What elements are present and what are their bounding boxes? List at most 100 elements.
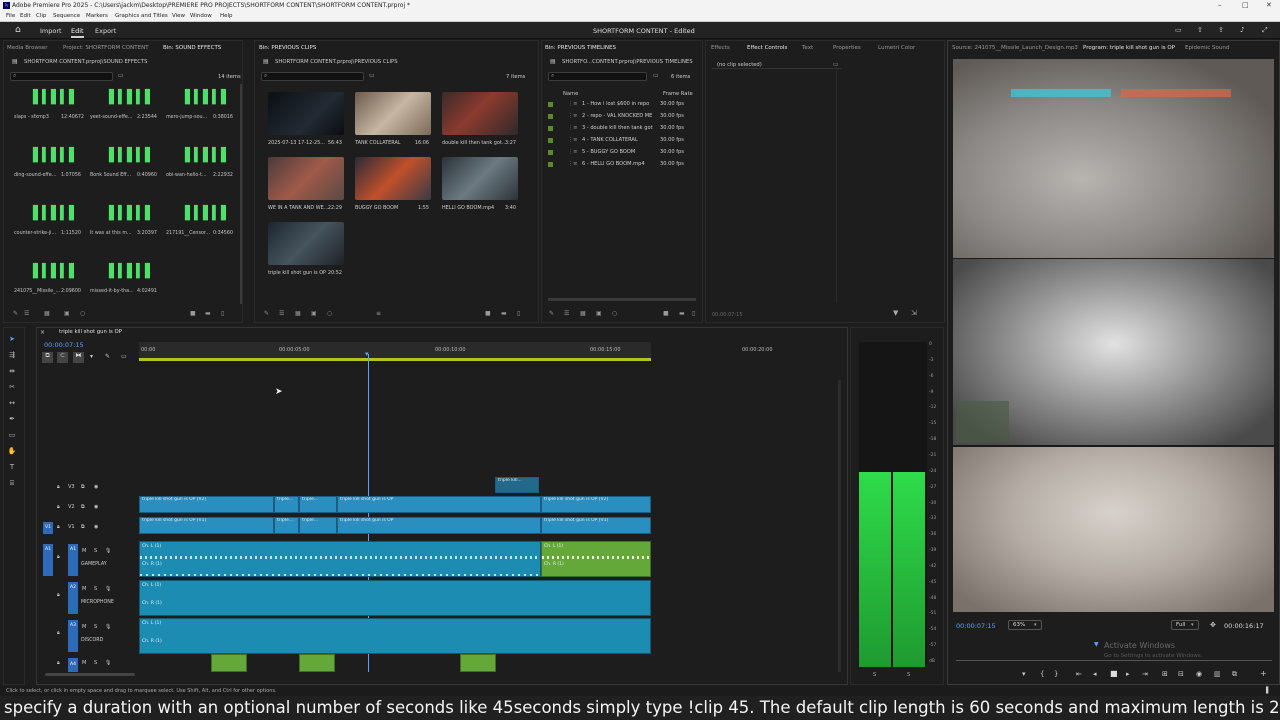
program-scrubber[interactable] [956, 660, 1272, 661]
lock-icon[interactable]: 🔒︎ [57, 484, 60, 490]
freeform-view-icon[interactable]: ▣ [311, 310, 317, 317]
lock-icon[interactable]: 🔒︎ [57, 630, 60, 636]
tab-media-browser[interactable]: Media Browser [7, 45, 48, 51]
search-input[interactable] [548, 72, 647, 81]
clip-item[interactable]: HELLI GO BOOM.mp4 3:40 [437, 157, 521, 221]
snap-icon[interactable]: ⊂ [57, 352, 68, 363]
sequence-row[interactable]: ⋮≡ 5 - BUGGY GO BOOM 30.00 fps [542, 147, 692, 159]
clip-item[interactable]: triple kill shot gun is OP 20:52 [263, 222, 347, 286]
tab-program[interactable]: Program: triple kill shot gun is OP [1083, 45, 1175, 51]
audio-clip-a4[interactable] [211, 654, 247, 672]
sequence-row[interactable]: ⋮≡ 6 - HELLI GO BOOM.mp4 30.00 fps [542, 159, 692, 171]
source-patch-a1[interactable]: A1 [43, 544, 53, 576]
freeform-view-icon[interactable]: ▣ [64, 310, 70, 317]
tab-bin-sound-effects[interactable]: Bin: SOUND EFFECTS [163, 45, 221, 51]
audio-clip-a1[interactable]: Ch. L (1) Ch. R (1) [139, 541, 541, 577]
tab-bin-previous-timelines[interactable]: Bin: PREVIOUS TIMELINES [545, 45, 616, 51]
pen-tool-icon[interactable]: ✒ [7, 415, 17, 425]
tab-effects[interactable]: Effects [711, 45, 730, 51]
mic-icon[interactable]: 🎙︎ [105, 548, 111, 554]
new-item-icon[interactable]: ▬ [679, 310, 685, 317]
new-item-icon[interactable]: ▬ [205, 310, 211, 317]
razor-tool-icon[interactable]: ✂ [7, 383, 17, 393]
sequence-row[interactable]: ⋮≡ 4 - TANK COLLATERAL 30.00 fps [542, 135, 692, 147]
sync-lock-icon[interactable]: ⧉ [81, 524, 85, 530]
solo-icon[interactable]: S [94, 548, 97, 554]
clip-item[interactable]: 2025-07-13 17-12-25... 56:43 [263, 92, 347, 156]
export-icon[interactable]: ⇲ [911, 309, 917, 317]
list-view-icon[interactable]: ☰ [279, 310, 284, 317]
eye-icon[interactable]: ◉ [94, 524, 98, 530]
icon-view-icon[interactable]: ▦ [580, 310, 586, 317]
audio-clip-a3[interactable]: Ch. L (1) Ch. R (1) [139, 618, 651, 654]
sequence-tab[interactable]: triple kill shot gun is OP [59, 329, 122, 335]
mute-icon[interactable]: M [82, 586, 86, 592]
settings-wrench-icon[interactable]: ✎ [105, 353, 110, 360]
add-marker-icon[interactable]: ▾ [1022, 670, 1026, 678]
captions-icon[interactable]: ▭ [121, 353, 127, 360]
workspace-export[interactable]: Export [95, 27, 116, 35]
sequence-row[interactable]: ⋮≡ 1 - How i lost $600 in repo 30.00 fps [542, 99, 692, 111]
sort-icon[interactable]: ≡ [376, 310, 381, 317]
nest-icon[interactable]: ⧉ [42, 352, 53, 363]
solo-left-icon[interactable]: S [873, 672, 876, 678]
source-patch-v1[interactable]: V1 [43, 522, 53, 534]
clip-v1[interactable]: triple... [299, 517, 337, 534]
menu-file[interactable]: File [6, 13, 15, 19]
selection-tool-icon[interactable]: ➤ [7, 335, 17, 345]
workspaces-icon[interactable]: ▭ [1175, 26, 1182, 34]
step-forward-icon[interactable]: ▸ [1126, 670, 1130, 678]
search-input[interactable] [10, 72, 113, 81]
workspace-import[interactable]: Import [40, 27, 62, 35]
go-to-in-icon[interactable]: ⇤ [1076, 670, 1082, 678]
proxy-icon[interactable]: ⧉ [1232, 670, 1237, 679]
clip-v1[interactable]: triple kill shot gun is OP [V1] [139, 517, 274, 534]
insert-icon[interactable]: ⊞ [1162, 670, 1168, 678]
mic-icon[interactable]: 🎙︎ [105, 586, 111, 592]
share-icon[interactable]: ⇧ [1197, 26, 1203, 34]
mic-icon[interactable]: 🎙︎ [105, 624, 111, 630]
new-bin-icon[interactable]: ▭ [369, 72, 375, 79]
column-header-frame-rate[interactable]: Frame Rate [663, 91, 693, 97]
clip-item[interactable]: BUGGY GO BOOM 1:55 [350, 157, 434, 221]
linked-selection-icon[interactable]: ⧓ [73, 352, 84, 363]
solo-right-icon[interactable]: S [907, 672, 910, 678]
sfx-item[interactable]: ▌▍▌▍▌ obi-wan-hello-t... 2:22932 [161, 145, 237, 203]
sfx-item[interactable]: ▌▍▌▍▌ It was at this m... 3:20397 [85, 203, 161, 261]
tab-source[interactable]: Source: 241075__Missile_Launch_Design.mp… [952, 45, 1078, 51]
sync-lock-icon[interactable]: ⧉ [81, 504, 85, 510]
tab-lumetri-color[interactable]: Lumetri Color [878, 45, 915, 51]
quality-select[interactable]: Full ▾ [1171, 620, 1199, 630]
fullscreen-icon[interactable]: ⤢ [1262, 26, 1268, 35]
new-item-icon[interactable]: ▬ [501, 310, 507, 317]
pencil-icon[interactable]: ✎ [264, 310, 269, 317]
tab-properties[interactable]: Properties [833, 45, 861, 51]
clip-item[interactable]: double kill then tank got... 3:27 [437, 92, 521, 156]
minimize-button[interactable]: – [1218, 1, 1222, 9]
clip-v3[interactable]: triple kill... [495, 477, 539, 493]
playhead-handle[interactable]: ▾ [365, 350, 369, 358]
scrollbar[interactable] [240, 84, 242, 304]
vertical-scrollbar[interactable] [838, 380, 841, 672]
close-icon[interactable]: × [40, 329, 45, 336]
sfx-item[interactable]: ▌▍▌▍▌ mero-jump-sou... 0:38016 [161, 87, 237, 145]
maximize-button[interactable]: □ [1242, 1, 1249, 9]
clip-v1[interactable]: triple kill shot gun is OP [337, 517, 541, 534]
wrench-icon[interactable]: ✥ [1210, 621, 1216, 629]
audio-clip-a4[interactable] [299, 654, 335, 672]
program-timecode[interactable]: 00:00:07:15 [956, 622, 996, 630]
sequence-row[interactable]: ⋮≡ 3 - double kill then tank got 30.00 fps [542, 123, 692, 135]
sync-lock-icon[interactable]: ⧉ [81, 484, 85, 490]
list-view-icon[interactable]: ☰ [564, 310, 569, 317]
home-icon[interactable]: ⌂ [15, 25, 21, 35]
lock-icon[interactable]: 🔒︎ [57, 554, 60, 560]
tab-text[interactable]: Text [802, 45, 813, 51]
type-tool-icon[interactable]: T [7, 463, 17, 473]
tab-project[interactable]: Project: SHORTFORM CONTENT [63, 45, 149, 51]
icon-view-icon[interactable]: ▦ [44, 310, 50, 317]
new-bin-icon[interactable]: ▭ [118, 72, 124, 79]
clip-v1[interactable]: triple... [274, 517, 299, 534]
list-view-icon[interactable]: ☰ [24, 310, 29, 317]
mic-icon[interactable]: 🎙︎ [105, 660, 111, 666]
delete-icon[interactable]: ▯ [517, 310, 520, 317]
